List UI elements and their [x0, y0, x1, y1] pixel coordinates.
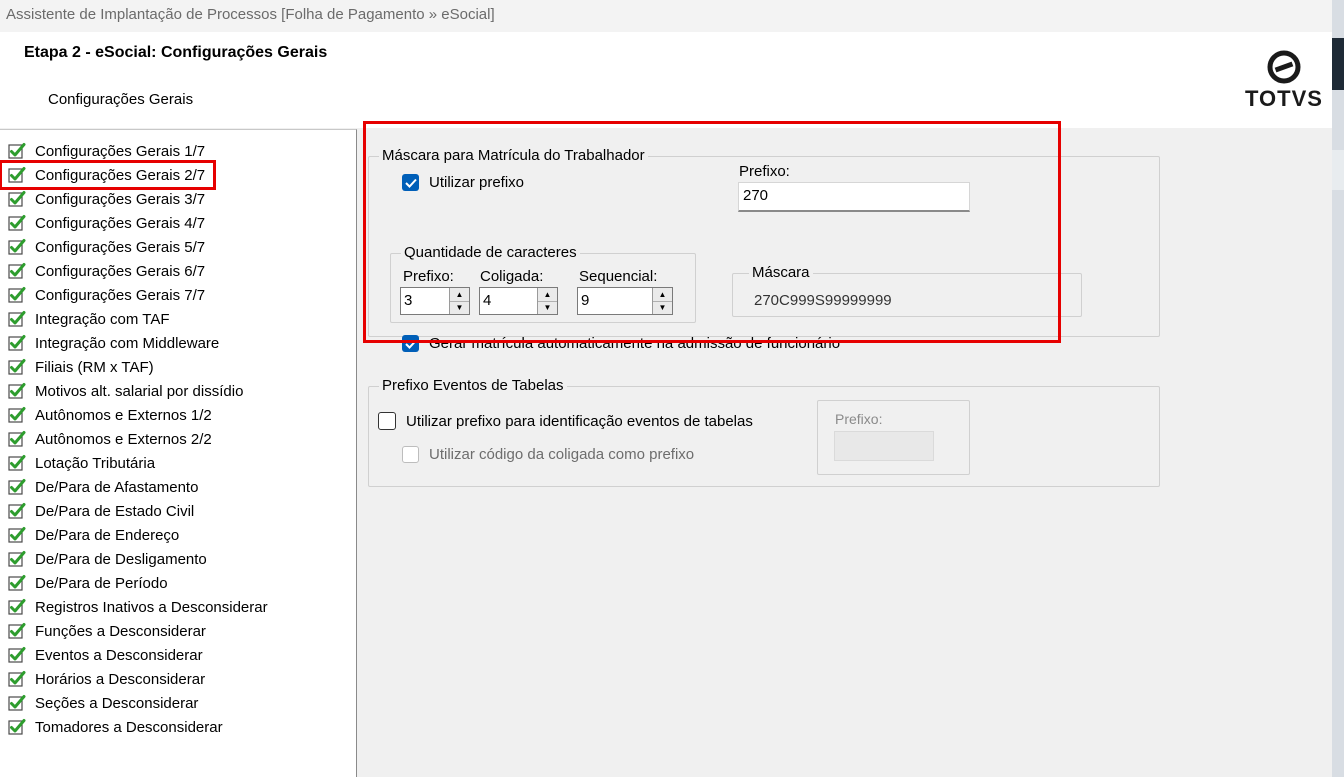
tree-item[interactable]: Integração com Middleware: [8, 331, 219, 355]
green-check-icon: [8, 574, 26, 592]
green-check-icon: [8, 214, 26, 232]
tree-item[interactable]: Configurações Gerais 4/7: [8, 211, 205, 235]
green-check-icon: [8, 646, 26, 664]
green-check-icon: [8, 262, 26, 280]
tree-item[interactable]: De/Para de Estado Civil: [8, 499, 194, 523]
tree-item-label: De/Para de Desligamento: [35, 550, 207, 568]
use-coligada-prefix-label: Utilizar código da coligada como prefixo: [429, 446, 695, 463]
green-check-icon: [8, 598, 26, 616]
tree-item[interactable]: Configurações Gerais 1/7: [8, 139, 205, 163]
step-title: Etapa 2 - eSocial: Configurações Gerais: [24, 44, 328, 61]
green-check-icon: [8, 286, 26, 304]
tree-item-label: Motivos alt. salarial por dissídio: [35, 382, 244, 400]
background-window-strip: [1332, 0, 1344, 777]
green-check-icon: [8, 454, 26, 472]
green-check-icon: [8, 310, 26, 328]
tree-item[interactable]: Integração com TAF: [8, 307, 170, 331]
tree-item-label: Configurações Gerais 2/7: [35, 166, 206, 184]
green-check-icon: [8, 430, 26, 448]
table-events-prefix-input[interactable]: [834, 431, 934, 461]
table-events-prefix-label: Utilizar prefixo para identificação even…: [406, 412, 753, 430]
green-check-icon: [8, 622, 26, 640]
tree-item-label: Autônomos e Externos 1/2: [35, 406, 212, 424]
tree-item-label: Registros Inativos a Desconsiderar: [35, 598, 268, 616]
tree-item-label: Configurações Gerais 1/7: [35, 142, 206, 160]
green-check-icon: [8, 502, 26, 520]
tree-item-label: Configurações Gerais 7/7: [35, 286, 206, 304]
green-check-icon: [8, 190, 26, 208]
green-check-icon: [8, 334, 26, 352]
tree-item-label: Autônomos e Externos 2/2: [35, 430, 212, 448]
tree-item-label: Seções a Desconsiderar: [35, 694, 199, 712]
totvs-logo-icon: [1267, 50, 1301, 84]
tree-item[interactable]: De/Para de Afastamento: [8, 475, 198, 499]
green-check-icon: [8, 718, 26, 736]
tree-item-label: Lotação Tributária: [35, 454, 156, 472]
tree-item-label: Integração com Middleware: [35, 334, 220, 352]
tree-item[interactable]: Eventos a Desconsiderar: [8, 643, 203, 667]
tree-item[interactable]: Filiais (RM x TAF): [8, 355, 154, 379]
tree-item[interactable]: Motivos alt. salarial por dissídio: [8, 379, 243, 403]
table-events-legend: Prefixo Eventos de Tabelas: [379, 377, 567, 394]
tree-item[interactable]: Autônomos e Externos 2/2: [8, 427, 212, 451]
tree-item-label: Eventos a Desconsiderar: [35, 646, 203, 664]
wizard-header: Etapa 2 - eSocial: Configurações Gerais …: [0, 32, 1332, 128]
tree-item[interactable]: De/Para de Desligamento: [8, 547, 207, 571]
checkbox-unchecked-icon: [402, 446, 419, 463]
green-check-icon: [8, 694, 26, 712]
tree-item-label: Configurações Gerais 6/7: [35, 262, 206, 280]
green-check-icon: [8, 142, 26, 160]
tree-item-label: Configurações Gerais 5/7: [35, 238, 206, 256]
table-events-prefix-label-disabled: Prefixo:: [835, 411, 883, 427]
green-check-icon: [8, 406, 26, 424]
tree-item[interactable]: Configurações Gerais 7/7: [8, 283, 205, 307]
tree-item-label: Tomadores a Desconsiderar: [35, 718, 223, 736]
tree-item[interactable]: Configurações Gerais 5/7: [8, 235, 205, 259]
tree-item-label: De/Para de Período: [35, 574, 168, 592]
tree-item-label: Horários a Desconsiderar: [35, 670, 206, 688]
tree-item-label: Funções a Desconsiderar: [35, 622, 206, 640]
use-coligada-prefix-checkbox[interactable]: Utilizar código da coligada como prefixo: [402, 446, 694, 463]
logo-text: TOTVS: [1245, 86, 1323, 111]
tree-item-label: De/Para de Estado Civil: [35, 502, 195, 520]
green-check-icon: [8, 382, 26, 400]
tree-item-label: De/Para de Endereço: [35, 526, 180, 544]
tree-item-label: Configurações Gerais 3/7: [35, 190, 206, 208]
totvs-logo: TOTVS: [1236, 50, 1332, 122]
checkbox-unchecked-icon: [378, 412, 396, 430]
tree-item[interactable]: Horários a Desconsiderar: [8, 667, 205, 691]
window-title: Assistente de Implantação de Processos […: [6, 6, 495, 23]
green-check-icon: [8, 358, 26, 376]
tree-item[interactable]: Configurações Gerais 2/7: [0, 160, 217, 190]
highlight-box: [363, 121, 1061, 343]
green-check-icon: [8, 166, 26, 184]
tree-item[interactable]: Seções a Desconsiderar: [8, 691, 198, 715]
table-events-groupbox: Prefixo Eventos de Tabelas: [368, 377, 1160, 487]
steps-tree[interactable]: Configurações Gerais 1/7 Configurações Ge…: [0, 129, 357, 777]
tree-item[interactable]: Lotação Tributária: [8, 451, 155, 475]
tree-item-label: Configurações Gerais 4/7: [35, 214, 206, 232]
tree-item[interactable]: De/Para de Endereço: [8, 523, 179, 547]
tree-item[interactable]: Configurações Gerais 3/7: [8, 187, 205, 211]
title-bar: Assistente de Implantação de Processos […: [0, 0, 1344, 32]
table-events-prefix-checkbox[interactable]: Utilizar prefixo para identificação even…: [378, 412, 753, 430]
green-check-icon: [8, 238, 26, 256]
tree-item[interactable]: Registros Inativos a Desconsiderar: [8, 595, 268, 619]
step-subtitle: Configurações Gerais: [48, 91, 194, 108]
tree-item[interactable]: Configurações Gerais 6/7: [8, 259, 205, 283]
tree-item[interactable]: De/Para de Período: [8, 571, 168, 595]
green-check-icon: [8, 670, 26, 688]
green-check-icon: [8, 550, 26, 568]
tree-item-label: Integração com TAF: [35, 310, 170, 328]
tree-item-label: De/Para de Afastamento: [35, 478, 199, 496]
tree-item[interactable]: Tomadores a Desconsiderar: [8, 715, 223, 739]
tree-item-label: Filiais (RM x TAF): [35, 358, 154, 376]
tree-item[interactable]: Funções a Desconsiderar: [8, 619, 206, 643]
tree-item[interactable]: Autônomos e Externos 1/2: [8, 403, 212, 427]
green-check-icon: [8, 478, 26, 496]
green-check-icon: [8, 526, 26, 544]
